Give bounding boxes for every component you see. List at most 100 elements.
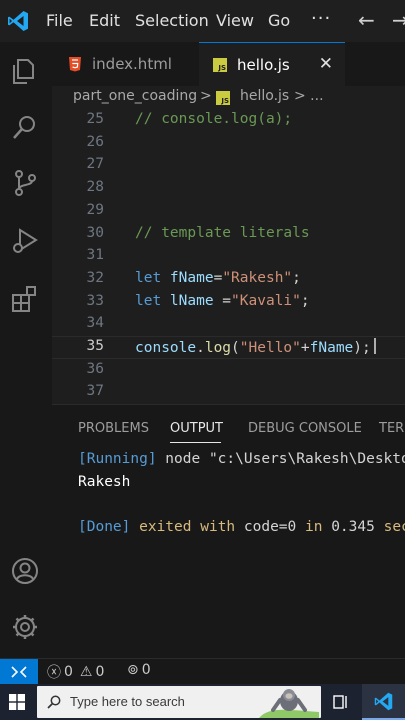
- code-line[interactable]: 29: [52, 202, 405, 225]
- windows-taskbar: Type here to search: [0, 684, 405, 720]
- extensions-icon[interactable]: [10, 284, 40, 314]
- line-number: 27: [86, 156, 104, 173]
- js-file-icon: JS: [213, 57, 227, 72]
- code-line[interactable]: 31: [52, 247, 405, 270]
- done-text: seconds: [383, 519, 405, 535]
- taskbar-search-box[interactable]: Type here to search: [37, 686, 321, 718]
- done-tag: [Done]: [78, 519, 131, 535]
- code-token: "Rakesh": [222, 269, 293, 286]
- manage-gear-icon[interactable]: [10, 612, 40, 642]
- output-running-line: [Running] node "c:\Users\Rakesh\Desktop\…: [78, 451, 405, 467]
- code-token: ;: [292, 269, 301, 286]
- code-line[interactable]: 30 // template literals: [52, 225, 405, 248]
- ports-status[interactable]: ⊚ 0: [127, 662, 151, 678]
- code-token: lName: [169, 292, 214, 309]
- code-token: (: [231, 340, 240, 356]
- text-cursor: [373, 338, 376, 354]
- code-editor[interactable]: 25 // console.log(a); 26 27 28 29 30 // templat…: [52, 110, 405, 404]
- menu-view[interactable]: View: [216, 11, 254, 30]
- remote-indicator[interactable]: [0, 659, 38, 685]
- done-text: exited with: [130, 519, 244, 535]
- breadcrumb-more[interactable]: > ...: [294, 88, 324, 104]
- code-token: ;: [300, 292, 310, 309]
- breadcrumb: part_one_coading > JS hello.js > ...: [52, 86, 405, 110]
- line-number: 30: [86, 224, 104, 241]
- breadcrumb-folder[interactable]: part_one_coading: [73, 88, 197, 104]
- search-highlight-illustration: [259, 689, 319, 718]
- output-panel: PROBLEMS OUTPUT DEBUG CONSOLE TERMINAL […: [52, 404, 405, 658]
- warning-icon: ⚠: [79, 664, 93, 680]
- exit-code: code=0: [243, 519, 297, 535]
- code-line[interactable]: 33 let lName ="Kavali";: [52, 293, 405, 316]
- search-icon: [47, 695, 61, 709]
- windows-start-icon[interactable]: [9, 694, 25, 710]
- code-text: let fName="Rakesh";: [135, 270, 301, 286]
- code-text: // template literals: [135, 225, 310, 241]
- code-token: "Kavali": [231, 292, 301, 309]
- code-line[interactable]: 35 console.log("Hello"+fName);: [52, 338, 405, 361]
- done-text: in: [296, 519, 332, 535]
- tab-label: index.html: [92, 55, 172, 73]
- menu-go[interactable]: Go: [268, 11, 290, 30]
- running-command: node "c:\Users\Rakesh\Desktop\part_one_c…: [165, 451, 405, 467]
- code-token: "Hello": [239, 340, 301, 356]
- code-token: =: [213, 269, 223, 286]
- error-icon: ⓧ: [47, 665, 61, 681]
- code-token: .: [196, 340, 205, 356]
- line-number: 29: [86, 201, 104, 218]
- code-token: let: [135, 269, 170, 286]
- line-number: 26: [86, 133, 104, 150]
- tab-terminal[interactable]: TERMINAL: [379, 421, 405, 436]
- code-token: let: [135, 292, 170, 309]
- forward-arrow-icon[interactable]: →: [392, 8, 405, 32]
- menu-edit[interactable]: Edit: [89, 11, 120, 30]
- warning-count: 0: [95, 664, 105, 680]
- explorer-icon[interactable]: [10, 56, 40, 86]
- code-token: log: [204, 340, 232, 356]
- output-result: Rakesh: [78, 474, 131, 490]
- html5-icon: [69, 57, 81, 72]
- code-line[interactable]: 37: [52, 383, 405, 404]
- tab-output[interactable]: OUTPUT: [170, 421, 223, 436]
- code-line[interactable]: 32 let fName="Rakesh";: [52, 270, 405, 293]
- breadcrumb-file[interactable]: hello.js: [240, 88, 289, 104]
- tab-problems[interactable]: PROBLEMS: [78, 421, 149, 436]
- menu-selection[interactable]: Selection: [135, 11, 209, 30]
- tab-hello-js[interactable]: JS hello.js ✕: [199, 42, 345, 86]
- vscode-logo-icon[interactable]: [6, 9, 30, 33]
- close-icon[interactable]: ✕: [319, 54, 333, 74]
- activity-bar: [0, 42, 52, 658]
- js-file-icon: JS: [216, 91, 230, 105]
- code-line[interactable]: 36: [52, 361, 405, 384]
- tab-label: hello.js: [237, 55, 290, 74]
- line-number: 31: [86, 247, 104, 264]
- account-icon[interactable]: [10, 556, 40, 586]
- taskbar-vscode-app[interactable]: [362, 684, 405, 720]
- tab-index-html[interactable]: index.html: [52, 42, 199, 86]
- code-token: // console.log(a);: [135, 111, 293, 127]
- code-token: +: [300, 340, 310, 356]
- code-token: =: [213, 292, 232, 309]
- more-menu-icon[interactable]: ···: [311, 8, 331, 29]
- editor-tabs: index.html JS hello.js ✕: [52, 42, 405, 86]
- code-line[interactable]: 26: [52, 134, 405, 157]
- ports-count: 0: [141, 662, 151, 678]
- tab-debug-console[interactable]: DEBUG CONSOLE: [248, 421, 362, 436]
- search-icon[interactable]: [10, 112, 40, 142]
- code-line[interactable]: 27: [52, 156, 405, 179]
- menu-file[interactable]: File: [46, 11, 73, 30]
- run-debug-icon[interactable]: [10, 226, 40, 256]
- code-token: console: [135, 340, 197, 356]
- source-control-icon[interactable]: [10, 168, 40, 198]
- code-token: );: [353, 340, 371, 356]
- line-number: 35: [86, 338, 104, 354]
- code-line[interactable]: 34: [52, 315, 405, 338]
- code-line[interactable]: 25 // console.log(a);: [52, 111, 405, 134]
- line-number: 34: [86, 315, 104, 332]
- code-line[interactable]: 28: [52, 179, 405, 202]
- problems-status[interactable]: ⓧ 0 ⚠ 0: [47, 662, 104, 682]
- back-arrow-icon[interactable]: ←: [358, 8, 375, 32]
- elapsed-time: 0.345: [331, 519, 375, 535]
- task-view-icon[interactable]: [333, 694, 349, 710]
- breadcrumb-separator: >: [200, 88, 212, 104]
